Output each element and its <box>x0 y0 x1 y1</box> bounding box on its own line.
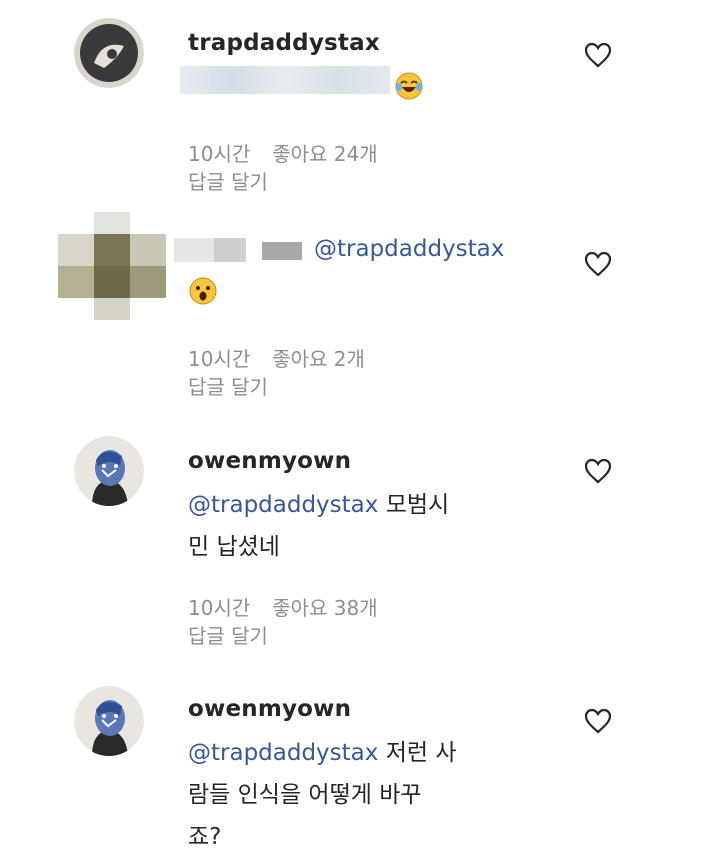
comment-meta: 10시간 좋아요 2개 답글 달기 <box>188 345 365 401</box>
mention-link[interactable]: @trapdaddystax <box>314 232 504 266</box>
heart-icon[interactable] <box>584 458 612 484</box>
comment-time[interactable]: 10시간 <box>188 347 250 371</box>
comment-text-line2: 민 납셨네 <box>188 534 280 560</box>
heart-icon[interactable] <box>584 251 612 277</box>
comment-username[interactable]: owenmyown <box>188 446 578 476</box>
avatar-owenmyown[interactable] <box>74 436 144 506</box>
blurred-text <box>180 66 390 94</box>
comment-meta: 10시간 좋아요 24개 답글 달기 <box>188 140 378 196</box>
laugh-emoji-icon <box>394 64 424 106</box>
comment-username[interactable]: trapdaddystax <box>188 28 578 58</box>
heart-icon[interactable] <box>584 42 612 68</box>
comment-time[interactable]: 10시간 <box>188 596 250 620</box>
avatar-trapdaddystax[interactable] <box>74 18 144 88</box>
surprised-emoji-icon <box>188 276 218 306</box>
comment-text-line2: 람들 인식을 어떻게 바꾸 <box>188 782 422 808</box>
heart-icon[interactable] <box>584 708 612 734</box>
mention-link[interactable]: @trapdaddystax <box>188 492 378 518</box>
avatar-blurred[interactable] <box>58 212 166 320</box>
mention-link[interactable]: @trapdaddystax <box>188 740 378 766</box>
comment-likes[interactable]: 좋아요 24개 <box>272 142 377 166</box>
comment-likes[interactable]: 좋아요 38개 <box>272 596 377 620</box>
blurred-username <box>214 238 246 262</box>
comment-text-line1: 저런 사 <box>378 740 457 766</box>
comment-meta: 10시간 좋아요 38개 답글 달기 <box>188 594 378 650</box>
reply-button[interactable]: 답글 달기 <box>188 168 378 196</box>
comment-text <box>180 58 578 100</box>
reply-button[interactable]: 답글 달기 <box>188 622 378 650</box>
comment-time[interactable]: 10시간 <box>188 142 250 166</box>
comment-username[interactable]: owenmyown <box>188 694 578 724</box>
comment-text-line3: 죠? <box>188 824 222 850</box>
blurred-username <box>262 242 302 260</box>
blurred-username <box>174 238 214 262</box>
reply-button[interactable]: 답글 달기 <box>188 373 365 401</box>
comment-likes[interactable]: 좋아요 2개 <box>272 347 365 371</box>
avatar-owenmyown[interactable] <box>74 686 144 756</box>
comment-text-line1: 모범시 <box>378 492 450 518</box>
comment-text: @trapdaddystax 모범시 민 납셨네 <box>188 484 578 568</box>
comment-text: @trapdaddystax 저런 사 람들 인식을 어떻게 바꾸 죠? <box>188 732 578 858</box>
